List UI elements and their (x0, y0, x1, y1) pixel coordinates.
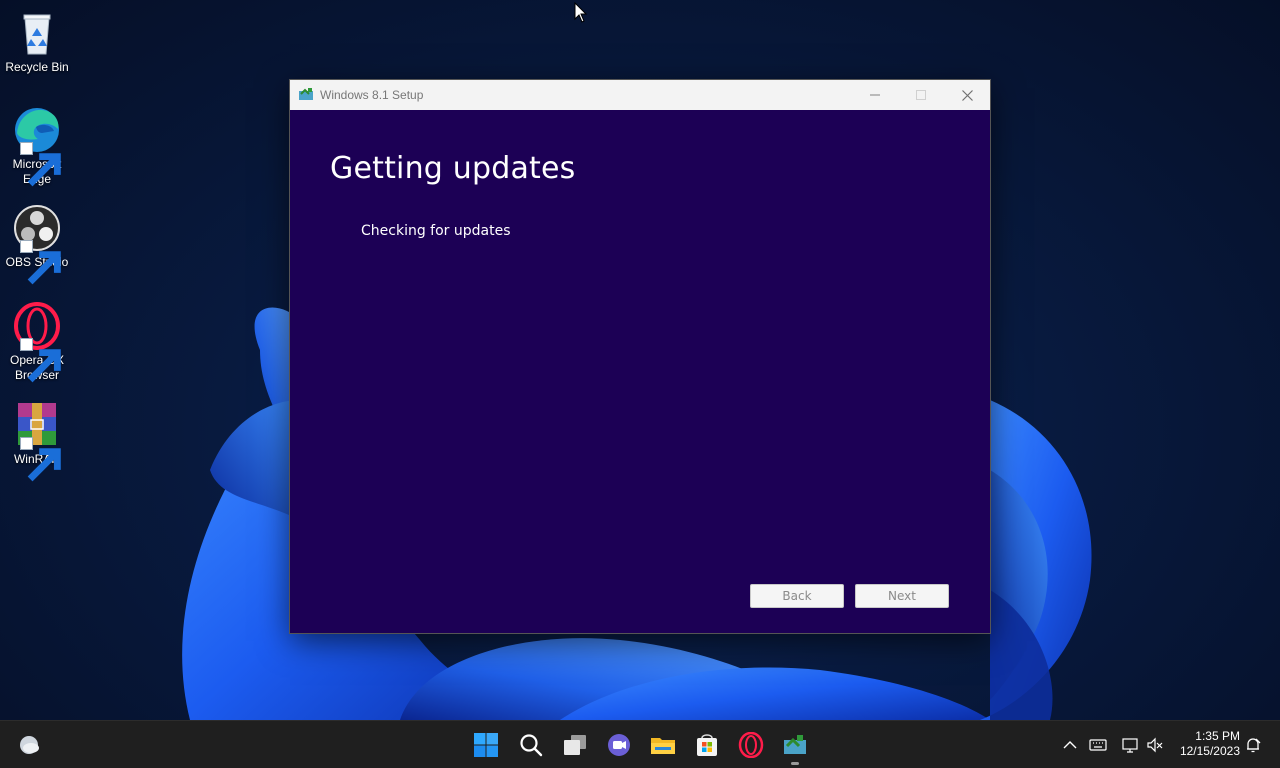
volume-button[interactable] (1145, 735, 1165, 755)
clock-time: 1:35 PM (1195, 729, 1240, 743)
start-icon (474, 733, 498, 757)
maximize-button[interactable] (898, 80, 944, 110)
chevron-up-icon (1063, 741, 1077, 749)
recycle-bin-icon (12, 8, 62, 58)
windows-setup-icon (299, 88, 313, 100)
chat-button[interactable] (605, 731, 633, 759)
running-indicator (791, 762, 799, 765)
search-icon (520, 734, 543, 757)
taskbar[interactable]: 1:35 PM 12/15/2023 (0, 720, 1280, 768)
window-title: Windows 8.1 Setup (320, 88, 424, 102)
edge-icon (12, 105, 62, 187)
clock[interactable]: 1:35 PM 12/15/2023 (1170, 729, 1240, 759)
weather-icon (20, 736, 39, 754)
obs-icon (12, 203, 62, 285)
clock-date: 12/15/2023 (1179, 744, 1240, 758)
network-icon (1122, 738, 1138, 753)
title-bar[interactable]: Windows 8.1 Setup (290, 80, 990, 110)
desktop-icon-opera-gx[interactable]: Opera GX Browser (2, 301, 72, 383)
shortcut-arrow-icon (20, 338, 61, 383)
minimize-button[interactable] (852, 80, 898, 110)
windows-setup-icon (784, 735, 806, 754)
task-view-button[interactable] (561, 731, 589, 759)
microsoft-store-button[interactable] (693, 731, 721, 759)
shortcut-arrow-icon (20, 142, 61, 187)
desktop-icon-winrar[interactable]: WinRAR (2, 400, 72, 482)
keyboard-layout-button[interactable] (1088, 735, 1108, 755)
chat-icon (608, 734, 630, 756)
opera-gx-icon (738, 732, 764, 758)
windows-setup-taskbar-button[interactable] (781, 731, 809, 759)
back-button[interactable]: Back (750, 584, 844, 608)
minimize-icon (870, 94, 880, 96)
network-button[interactable] (1120, 735, 1140, 755)
close-icon (961, 89, 973, 101)
task-view-icon (564, 735, 586, 755)
volume-muted-icon (1147, 737, 1163, 753)
start-button[interactable] (472, 731, 500, 759)
winrar-icon (12, 400, 62, 482)
next-button[interactable]: Next (855, 584, 949, 608)
maximize-icon (916, 90, 926, 100)
mouse-cursor-icon (574, 2, 588, 23)
desktop-icon-obs-studio[interactable]: OBS Studio (2, 203, 72, 285)
search-button[interactable] (517, 731, 545, 759)
microsoft-store-icon (697, 734, 717, 756)
file-explorer-button[interactable] (649, 731, 677, 759)
notification-icon (1247, 738, 1261, 753)
close-button[interactable] (944, 80, 990, 110)
weather-widget[interactable] (15, 731, 43, 759)
desktop-icon-recycle-bin[interactable]: Recycle Bin (2, 8, 72, 75)
keyboard-icon (1089, 739, 1107, 751)
page-title: Getting updates (330, 151, 576, 186)
opera-gx-icon (12, 301, 62, 383)
status-message: Checking for updates (361, 223, 511, 239)
file-explorer-icon (651, 738, 675, 754)
windows-setup-window[interactable]: Windows 8.1 Setup Getting updates Checki… (290, 80, 990, 633)
desktop-icon-microsoft-edge[interactable]: Microsoft Edge (2, 105, 72, 187)
notification-center-button[interactable] (1243, 735, 1263, 755)
desktop-icon-label: Recycle Bin (5, 60, 69, 74)
opera-gx-taskbar-button[interactable] (737, 731, 765, 759)
show-hidden-icons-button[interactable] (1060, 735, 1080, 755)
shortcut-arrow-icon (20, 240, 61, 285)
shortcut-arrow-icon (20, 437, 61, 482)
